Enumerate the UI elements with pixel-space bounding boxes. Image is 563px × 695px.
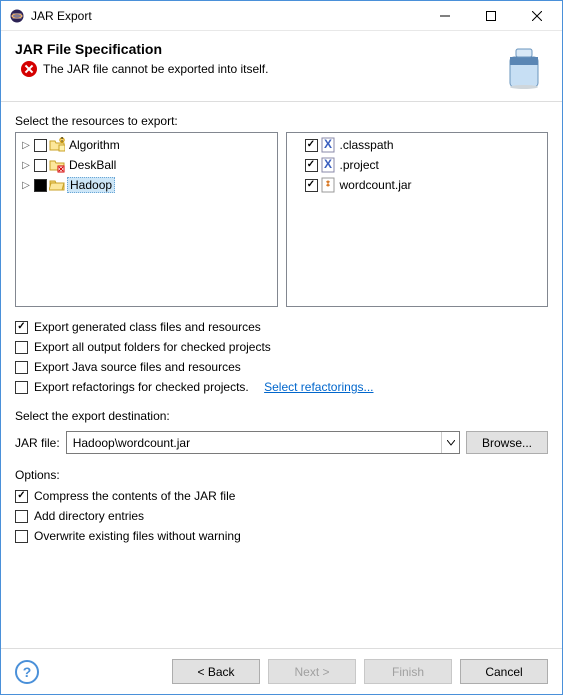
cancel-button[interactable]: Cancel	[460, 659, 548, 684]
resources-label: Select the resources to export:	[15, 114, 548, 128]
checkbox[interactable]	[15, 381, 28, 394]
project-folder-icon	[49, 157, 65, 173]
checkbox-label: Export generated class files and resourc…	[34, 320, 261, 334]
wizard-header: JAR File Specification The JAR file cann…	[1, 31, 562, 102]
checkbox[interactable]	[15, 490, 28, 503]
close-button[interactable]	[514, 2, 560, 30]
list-item-label: wordcount.jar	[338, 178, 414, 192]
svg-text:!: !	[60, 137, 63, 145]
overwrite-checkbox-row[interactable]: Overwrite existing files without warning	[15, 526, 548, 546]
expand-icon[interactable]: ▷	[20, 140, 32, 151]
checkbox-label: Compress the contents of the JAR file	[34, 489, 235, 503]
list-item-label: .classpath	[338, 138, 396, 152]
error-message: The JAR file cannot be exported into its…	[43, 62, 268, 76]
list-item[interactable]: X .classpath	[291, 135, 544, 155]
browse-button[interactable]: Browse...	[466, 431, 548, 454]
xml-file-icon: X	[320, 157, 336, 173]
page-title: JAR File Specification	[15, 41, 500, 57]
project-tree[interactable]: ▷ ! Algorithm ▷ DeskBall	[15, 132, 278, 307]
list-item[interactable]: X .project	[291, 155, 544, 175]
checkbox-label: Export all output folders for checked pr…	[34, 340, 271, 354]
expand-icon[interactable]: ▷	[20, 180, 32, 191]
export-source-checkbox-row[interactable]: Export Java source files and resources	[15, 357, 548, 377]
xml-file-icon: X	[320, 137, 336, 153]
checkbox-label: Add directory entries	[34, 509, 144, 523]
destination-label: Select the export destination:	[15, 409, 548, 423]
tree-item[interactable]: ▷ DeskBall	[20, 155, 273, 175]
compress-checkbox-row[interactable]: Compress the contents of the JAR file	[15, 486, 548, 506]
options-label: Options:	[15, 468, 548, 482]
checkbox-label: Export refactorings for checked projects…	[34, 380, 249, 394]
error-icon	[21, 61, 37, 77]
checkbox[interactable]	[305, 159, 318, 172]
window-title: JAR Export	[31, 9, 422, 23]
jar-export-dialog: JAR Export JAR File Specification The JA…	[0, 0, 563, 695]
checkbox[interactable]	[15, 530, 28, 543]
tree-item[interactable]: ▷ ! Algorithm	[20, 135, 273, 155]
list-item[interactable]: wordcount.jar	[291, 175, 544, 195]
list-item-label: .project	[338, 158, 381, 172]
eclipse-icon	[9, 8, 25, 24]
checkbox[interactable]	[15, 361, 28, 374]
svg-text:X: X	[323, 157, 331, 171]
jar-file-field-label: JAR file:	[15, 436, 60, 450]
checkbox[interactable]	[15, 510, 28, 523]
checkbox[interactable]	[15, 321, 28, 334]
expand-icon[interactable]: ▷	[20, 160, 32, 171]
project-folder-icon: !	[49, 137, 65, 153]
checkbox[interactable]	[34, 139, 47, 152]
minimize-button[interactable]	[422, 2, 468, 30]
wizard-footer: ? < Back Next > Finish Cancel	[1, 648, 562, 694]
select-refactorings-link[interactable]: Select refactorings...	[264, 380, 373, 394]
finish-button: Finish	[364, 659, 452, 684]
tree-item-label: Algorithm	[67, 138, 122, 152]
checkbox[interactable]	[34, 179, 47, 192]
svg-text:X: X	[323, 137, 331, 151]
titlebar: JAR Export	[1, 1, 562, 31]
checkbox[interactable]	[15, 341, 28, 354]
export-refactor-checkbox-row[interactable]: Export refactorings for checked projects…	[15, 377, 548, 397]
jar-file-icon	[320, 177, 336, 193]
tree-item[interactable]: ▷ Hadoop	[20, 175, 273, 195]
add-dir-checkbox-row[interactable]: Add directory entries	[15, 506, 548, 526]
export-class-checkbox-row[interactable]: Export generated class files and resourc…	[15, 317, 548, 337]
project-folder-icon	[49, 177, 65, 193]
jar-file-input[interactable]	[67, 436, 441, 450]
checkbox[interactable]	[305, 139, 318, 152]
jar-banner-icon	[500, 41, 548, 91]
checkbox-label: Export Java source files and resources	[34, 360, 241, 374]
help-button[interactable]: ?	[15, 660, 39, 684]
next-button: Next >	[268, 659, 356, 684]
checkbox[interactable]	[34, 159, 47, 172]
checkbox-label: Overwrite existing files without warning	[34, 529, 241, 543]
export-output-checkbox-row[interactable]: Export all output folders for checked pr…	[15, 337, 548, 357]
checkbox[interactable]	[305, 179, 318, 192]
tree-item-label: Hadoop	[67, 177, 115, 193]
back-button[interactable]: < Back	[172, 659, 260, 684]
chevron-down-icon[interactable]	[441, 432, 459, 453]
file-list[interactable]: X .classpath X .project wordcount.jar	[286, 132, 549, 307]
tree-item-label: DeskBall	[67, 158, 118, 172]
maximize-button[interactable]	[468, 2, 514, 30]
jar-file-combo[interactable]	[66, 431, 460, 454]
